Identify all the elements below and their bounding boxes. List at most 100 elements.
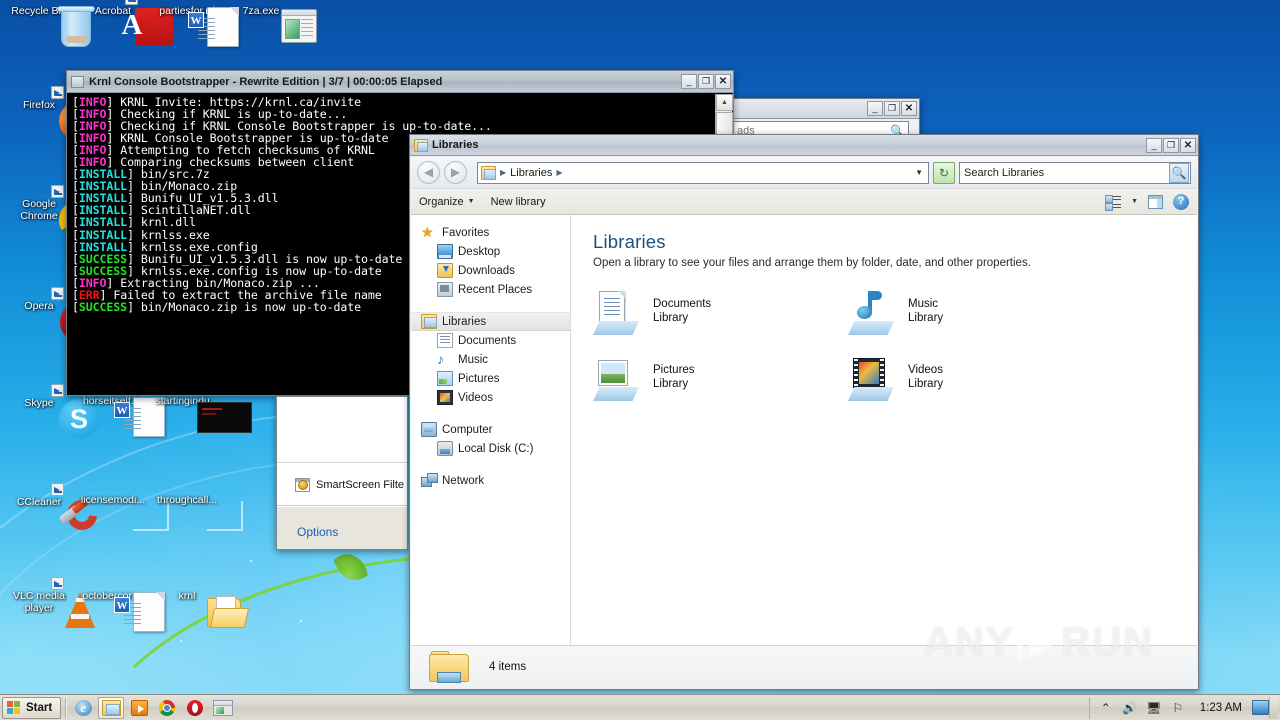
change-view-icon[interactable] <box>1105 194 1122 211</box>
desktop-icon-partiesfor-rtf[interactable]: Wpartiesfor.rtf <box>150 6 239 47</box>
volume-icon[interactable]: 🔊 <box>1122 700 1138 715</box>
address-bar[interactable]: ▶ Libraries ▶ ▼ <box>477 161 929 184</box>
network-tray-icon[interactable]: 🖥 <box>1146 700 1162 715</box>
sidebar-item-pictures[interactable]: Pictures <box>411 369 570 388</box>
close-button[interactable]: ✕ <box>715 74 731 89</box>
close-button[interactable]: ✕ <box>901 101 917 116</box>
smartscreen-shield-icon <box>295 477 310 492</box>
desktop-icon-startingindu[interactable]: startingindu... <box>150 396 252 433</box>
sidebar-item-local-disk-c[interactable]: Local Disk (C:) <box>411 439 570 458</box>
desktop-icon-horseitself-rtf[interactable]: Whorseitself.rtf <box>76 396 165 437</box>
desktop-icon-recycle-bin[interactable]: Recycle Bin <box>2 6 95 47</box>
sidebar-item-libraries[interactable]: Libraries <box>411 312 570 331</box>
clock[interactable]: 1:23 AM <box>1194 702 1248 714</box>
desktop-icon-google-chrome[interactable]: Google Chrome <box>2 185 99 240</box>
explorer-body: ★ Favorites Desktop Downloads Recent Places L… <box>411 215 1197 645</box>
show-hidden-icons-icon[interactable]: ⌃ <box>1098 700 1114 715</box>
breadcrumb[interactable]: Libraries <box>510 167 552 179</box>
library-item-label: Documents Library <box>653 291 711 325</box>
taskbar-button-windows-explorer[interactable] <box>98 696 125 719</box>
desktop-icon <box>437 244 453 259</box>
sidebar-item-desktop[interactable]: Desktop <box>411 242 570 261</box>
console-titlebar[interactable]: Krnl Console Bootstrapper - Rewrite Edit… <box>67 71 733 93</box>
console-window-buttons[interactable]: _ ❐ ✕ <box>681 74 731 89</box>
library-item-music[interactable]: Music Library <box>848 291 1103 335</box>
libraries-explorer-window[interactable]: Libraries _ ❐ ✕ ◀ ▶ ▶ Libraries ▶ ▼ ↻ Se… <box>409 134 1199 690</box>
minimize-button[interactable]: _ <box>867 101 883 116</box>
refresh-icon[interactable]: ↻ <box>933 161 955 184</box>
sidebar-item-downloads[interactable]: Downloads <box>411 261 570 280</box>
taskbar-button-console-app[interactable] <box>210 697 236 719</box>
sidebar-item-computer[interactable]: Computer <box>411 420 570 439</box>
sidebar-item-recent-places[interactable]: Recent Places <box>411 280 570 299</box>
maximize-button[interactable]: ❐ <box>884 101 900 116</box>
preview-pane-icon[interactable] <box>1148 194 1163 209</box>
desktop-icon-7za-exe[interactable]: 7za.exe <box>224 6 317 43</box>
desktop-icon-throughcall[interactable]: throughcall... <box>150 495 243 531</box>
desktop-icon-licensemodi[interactable]: licensemodi... <box>76 495 169 531</box>
system-tray[interactable]: ⌃ 🔊 🖥 ⚐ 1:23 AM <box>1088 696 1252 719</box>
show-desktop-button[interactable] <box>1269 696 1278 719</box>
search-input[interactable]: Search Libraries 🔍 <box>959 161 1191 184</box>
chevron-down-icon[interactable]: ▼ <box>1131 198 1138 205</box>
libraries-folder-icon <box>481 165 496 180</box>
taskbar-button-opera[interactable] <box>182 697 208 719</box>
forward-arrow-icon[interactable]: ▶ <box>444 161 467 184</box>
sidebar-item-label: Network <box>442 474 485 487</box>
show-desktop-preview-icon[interactable] <box>1252 700 1269 715</box>
background-window-titlebar[interactable]: _ ❐ ✕ <box>721 99 919 119</box>
desktop-icon-octobercorr[interactable]: Woctobercorr... <box>76 591 165 632</box>
options-link[interactable]: Options <box>297 525 338 539</box>
organize-button[interactable]: Organize ▼ <box>419 196 475 208</box>
desktop-icon-acrobat[interactable]: A Acrobat <box>76 0 173 46</box>
desktop-icon-ccleaner[interactable]: CCleaner <box>2 483 104 537</box>
background-window-buttons[interactable]: _ ❐ ✕ <box>867 101 917 116</box>
sidebar-item-videos[interactable]: Videos <box>411 388 570 407</box>
library-item-pictures[interactable]: Pictures Library <box>593 357 848 401</box>
explorer-window-buttons[interactable]: _ ❐ ✕ <box>1146 137 1196 153</box>
new-library-button[interactable]: New library <box>491 196 546 208</box>
explorer-content-pane[interactable]: Libraries Open a library to see your fil… <box>571 215 1197 645</box>
taskbar-button-chrome[interactable] <box>154 697 180 719</box>
help-icon[interactable]: ? <box>1173 193 1189 210</box>
taskbar-button-media-player[interactable] <box>126 697 152 719</box>
minimize-button[interactable]: _ <box>681 74 697 89</box>
explorer-navigation-bar[interactable]: ◀ ▶ ▶ Libraries ▶ ▼ ↻ Search Libraries 🔍 <box>411 157 1197 189</box>
back-arrow-icon[interactable]: ◀ <box>417 161 440 184</box>
search-icon[interactable]: 🔍 <box>1169 162 1189 183</box>
sidebar-item-label: Libraries <box>442 315 487 328</box>
library-item-videos[interactable]: Videos Library <box>848 357 1103 401</box>
smartscreen-filter-item[interactable]: SmartScreen Filte <box>277 464 407 506</box>
desktop-icon-skype[interactable]: Skype <box>2 384 99 439</box>
quick-launch-bar[interactable] <box>70 696 236 719</box>
explorer-toolbar-right[interactable]: ▼ ? <box>1105 193 1189 211</box>
taskbar[interactable]: Start ⌃ 🔊 🖥 ⚐ 1:23 AM <box>0 694 1280 720</box>
sidebar-item-favorites[interactable]: ★ Favorites <box>411 223 570 242</box>
scroll-up-arrow-icon[interactable]: ▲ <box>716 94 733 111</box>
desktop-icon-opera[interactable]: Opera <box>2 287 98 342</box>
sidebar-item-network[interactable]: Network <box>411 471 570 490</box>
desktop-icon-krnl[interactable]: krnl <box>150 591 250 628</box>
explorer-toolbar[interactable]: Organize ▼ New library ▼ ? <box>411 189 1197 215</box>
explorer-titlebar[interactable]: Libraries _ ❐ ✕ <box>410 135 1198 156</box>
maximize-button[interactable]: ❐ <box>1163 137 1179 153</box>
library-item-documents[interactable]: Documents Library <box>593 291 848 335</box>
sidebar-item-documents[interactable]: Documents <box>411 331 570 350</box>
chevron-down-icon[interactable]: ▼ <box>915 168 925 177</box>
media-player-icon <box>130 699 148 716</box>
sidebar-item-label: Favorites <box>442 226 490 239</box>
close-button[interactable]: ✕ <box>1180 137 1196 153</box>
sidebar-item-music[interactable]: ♪ Music <box>411 350 570 369</box>
maximize-button[interactable]: ❐ <box>698 74 714 89</box>
desktop-icon-vlc-media-player[interactable]: VLC media player <box>2 577 95 628</box>
smartscreen-dialog[interactable]: SmartScreen Filte Options <box>276 396 408 550</box>
library-items-grid[interactable]: Documents Library Music Library Pictures Libr… <box>593 291 1197 401</box>
desktop-icon-firefox[interactable]: Firefox <box>2 86 99 141</box>
taskbar-button-internet-explorer[interactable] <box>70 697 96 719</box>
breadcrumb-separator-icon[interactable]: ▶ <box>556 168 562 177</box>
start-button[interactable]: Start <box>2 696 62 719</box>
action-center-flag-icon[interactable]: ⚐ <box>1170 700 1186 715</box>
explorer-sidebar[interactable]: ★ Favorites Desktop Downloads Recent Places L… <box>411 215 571 645</box>
minimize-button[interactable]: _ <box>1146 137 1162 153</box>
